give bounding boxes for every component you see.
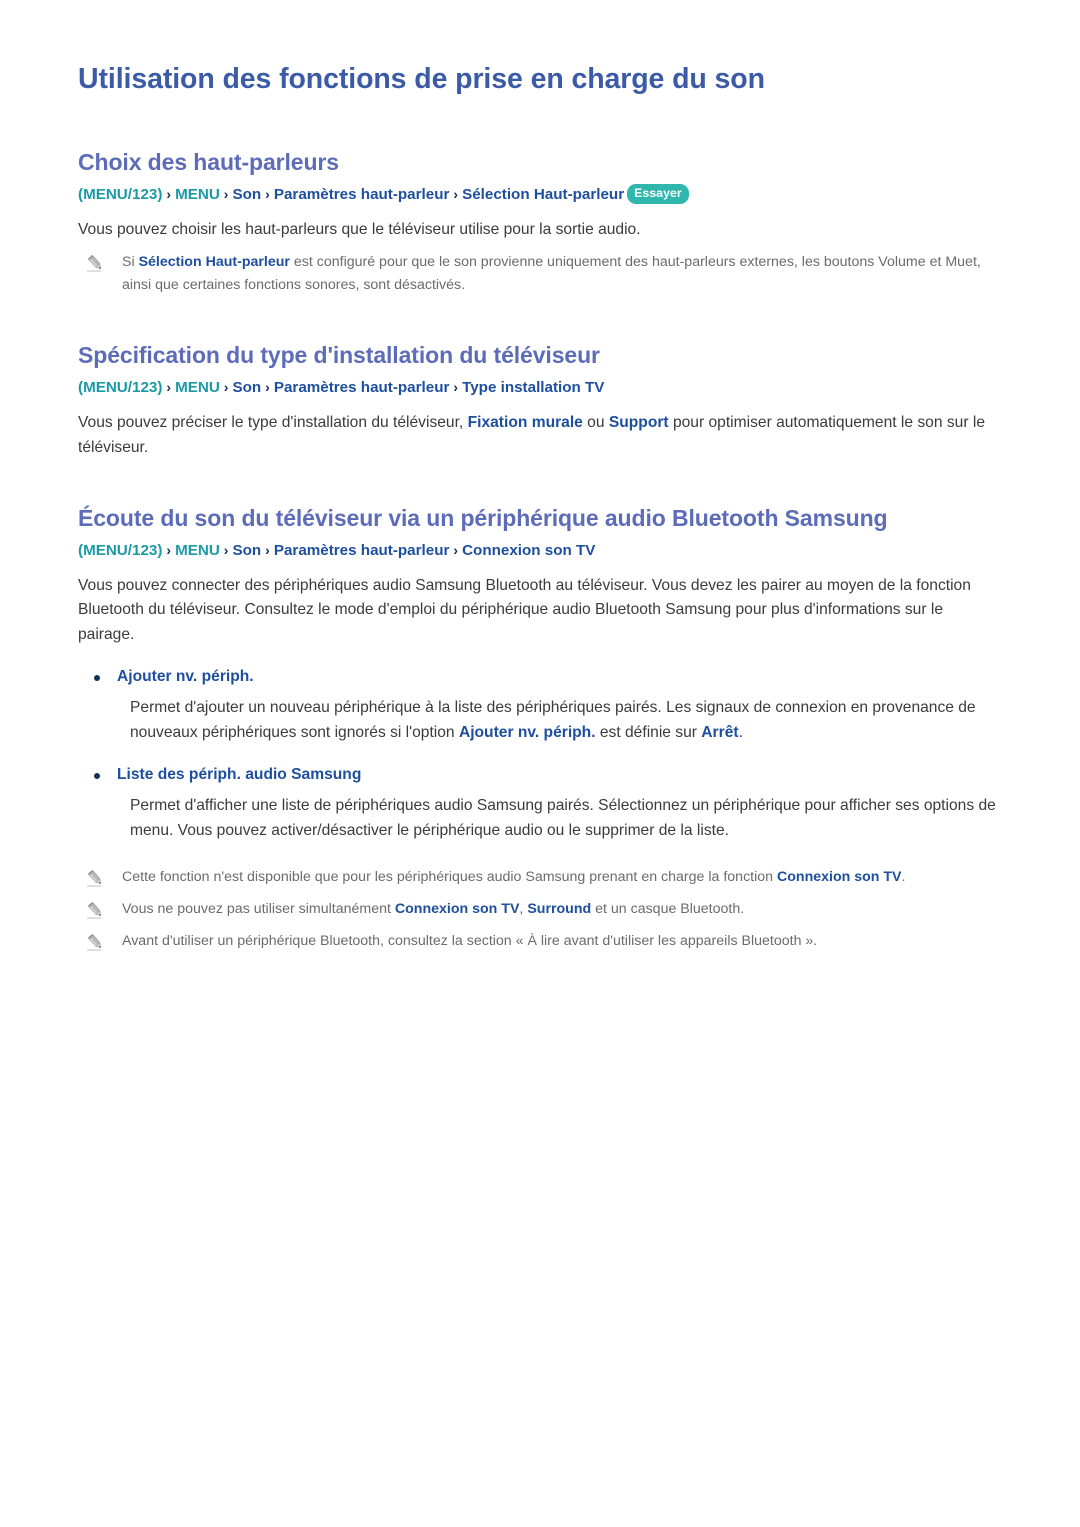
- page-title: Utilisation des fonctions de prise en ch…: [78, 63, 765, 95]
- bullet-dot-icon: [94, 674, 100, 681]
- breadcrumb-item-son[interactable]: Son: [232, 379, 261, 396]
- body-part-1: Vous pouvez préciser le type d'installat…: [78, 413, 468, 431]
- section-choix-des-haut-parleurs: Choix des haut-parleurs (MENU/123) › MENU ›…: [78, 148, 1000, 297]
- section-ecoute-bluetooth: Écoute du son du téléviseur via un périp…: [78, 504, 1000, 953]
- section-heading: Choix des haut-parleurs: [78, 149, 339, 176]
- bullet-dot-icon: [94, 772, 100, 779]
- chevron-right-icon: ›: [223, 541, 229, 558]
- breadcrumb-item-parametres[interactable]: Paramètres haut-parleur: [274, 542, 450, 559]
- chevron-right-icon: ›: [265, 379, 270, 396]
- breadcrumb-item-menu123[interactable]: MENU/123: [83, 186, 157, 203]
- notes-list: Cette fonction n'est disponible que pour…: [78, 866, 1000, 953]
- chevron-right-icon: ›: [223, 185, 229, 202]
- section-body: Vous pouvez connecter des périphériques …: [78, 576, 971, 643]
- list-item: Ajouter nv. périph.: [78, 666, 1000, 688]
- note-highlight: Connexion son TV: [394, 900, 520, 917]
- note-row: Avant d'utiliser un périphérique Bluetoo…: [78, 930, 1000, 953]
- note-text: Cette fonction n'est disponible que pour…: [122, 866, 1000, 889]
- breadcrumb: (MENU/123) › MENU › Son › Paramètres haut-parl…: [78, 377, 1000, 400]
- chevron-right-icon: ›: [265, 541, 270, 558]
- try-badge[interactable]: Essayer: [627, 184, 689, 205]
- breadcrumb-item-last[interactable]: Connexion son TV: [462, 542, 595, 559]
- pencil-icon: [86, 933, 108, 953]
- bullet-desc-highlight-1: Ajouter nv. périph.: [458, 724, 596, 742]
- breadcrumb: (MENU/123) › MENU › Son › Paramètres haut-parl…: [78, 540, 1000, 563]
- bullet-desc-part-3: .: [738, 724, 743, 742]
- chevron-right-icon: ›: [166, 379, 172, 396]
- note-text: Vous ne pouvez pas utiliser simultanémen…: [122, 898, 1000, 921]
- breadcrumb-item-menu123[interactable]: MENU/123: [83, 379, 157, 396]
- bullet-desc-part-1: Permet d'afficher une liste de périphéri…: [130, 797, 996, 840]
- bullet-desc-part-2: est définie sur: [595, 724, 702, 742]
- note-prefix: Si: [122, 254, 139, 271]
- note-row: Cette fonction n'est disponible que pour…: [78, 866, 1000, 889]
- note-suffix: et un casque Bluetooth.: [591, 900, 745, 917]
- pencil-icon: [86, 869, 108, 889]
- breadcrumb-item-menu123[interactable]: MENU/123: [83, 542, 157, 559]
- body-highlight-2: Support: [608, 413, 669, 431]
- section-body: Vous pouvez préciser le type d'installat…: [78, 411, 1000, 460]
- section-specification-installation: Spécification du type d'installation du …: [78, 341, 1000, 460]
- note-row: Si Sélection Haut-parleur est configuré …: [78, 251, 1000, 297]
- chevron-right-icon: ›: [166, 185, 172, 202]
- chevron-right-icon: ›: [453, 379, 459, 396]
- note-prefix: Vous ne pouvez pas utiliser simultanémen…: [122, 900, 395, 917]
- bullet-description: Permet d'ajouter un nouveau périphérique…: [130, 696, 1000, 745]
- note-highlight-2: Surround: [527, 900, 592, 917]
- breadcrumb: (MENU/123) › MENU › Son › Paramètres haut-parl…: [78, 184, 1000, 207]
- chevron-right-icon: ›: [166, 541, 172, 558]
- note-prefix: Cette fonction n'est disponible que pour…: [122, 868, 777, 885]
- chevron-right-icon: ›: [453, 541, 459, 558]
- section-heading: Écoute du son du téléviseur via un périp…: [78, 505, 888, 532]
- chevron-right-icon: ›: [265, 185, 270, 202]
- note-prefix: Avant d'utiliser un périphérique Bluetoo…: [122, 932, 818, 949]
- section-heading: Spécification du type d'installation du …: [78, 342, 600, 369]
- body-highlight-1: Fixation murale: [467, 413, 583, 431]
- document-content: Utilisation des fonctions de prise en ch…: [78, 62, 1000, 953]
- list-item: Liste des périph. audio Samsung: [78, 764, 1000, 786]
- bullet-label: Liste des périph. audio Samsung: [117, 765, 362, 783]
- breadcrumb-item-last[interactable]: Sélection Haut-parleur: [462, 186, 624, 203]
- chevron-right-icon: ›: [223, 379, 229, 396]
- note-text: Si Sélection Haut-parleur est configuré …: [122, 251, 1000, 297]
- bullet-description: Permet d'afficher une liste de périphéri…: [130, 794, 1000, 843]
- breadcrumb-item-menu[interactable]: MENU: [175, 186, 220, 203]
- bullet-label: Ajouter nv. périph.: [117, 667, 254, 685]
- note-row: Vous ne pouvez pas utiliser simultanémen…: [78, 898, 1000, 921]
- breadcrumb-item-son[interactable]: Son: [232, 186, 261, 203]
- note-highlight: Connexion son TV: [776, 868, 902, 885]
- bullet-desc-highlight-2: Arrêt: [701, 724, 739, 742]
- breadcrumb-item-menu[interactable]: MENU: [175, 379, 220, 396]
- pencil-icon: [86, 254, 108, 274]
- breadcrumb-item-parametres[interactable]: Paramètres haut-parleur: [274, 186, 450, 203]
- breadcrumb-item-parametres[interactable]: Paramètres haut-parleur: [274, 379, 450, 396]
- section-body: Vous pouvez choisir les haut-parleurs qu…: [78, 220, 641, 238]
- body-part-2: ou: [582, 413, 609, 431]
- breadcrumb-item-son[interactable]: Son: [232, 542, 261, 559]
- note-suffix: .: [901, 868, 906, 885]
- document-page: Utilisation des fonctions de prise en ch…: [0, 0, 1080, 1527]
- note-text: Avant d'utiliser un périphérique Bluetoo…: [122, 930, 1000, 953]
- chevron-right-icon: ›: [453, 185, 459, 202]
- breadcrumb-item-menu[interactable]: MENU: [175, 542, 220, 559]
- note-highlight: Sélection Haut-parleur: [138, 254, 290, 271]
- breadcrumb-item-last[interactable]: Type installation TV: [462, 379, 604, 396]
- pencil-icon: [86, 901, 108, 921]
